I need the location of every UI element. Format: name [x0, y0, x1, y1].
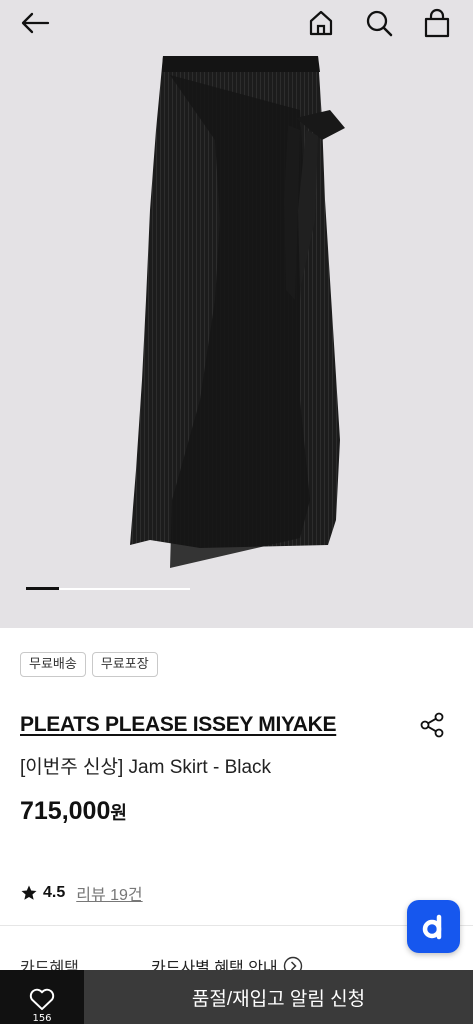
arrow-left-icon — [21, 12, 50, 34]
top-navigation-bar — [0, 0, 473, 48]
free-shipping-badge: 무료배송 — [20, 652, 86, 677]
home-icon — [309, 10, 333, 36]
bottom-action-bar: 156 품절/재입고 알림 신청 — [0, 970, 473, 1024]
rating-score: 4.5 — [43, 884, 66, 901]
product-price: 715,000원 — [20, 797, 127, 826]
review-count-link[interactable]: 리뷰 19건 — [76, 881, 142, 905]
gallery-indicator — [26, 587, 190, 590]
star-icon — [21, 885, 37, 900]
wishlist-count: 156 — [32, 1013, 52, 1024]
price-value: 715,000 — [20, 797, 111, 825]
section-divider — [0, 925, 473, 926]
floating-app-button[interactable] — [407, 900, 460, 953]
product-image — [130, 56, 345, 568]
rating-row: 4.5 리뷰 19건 — [20, 881, 143, 905]
gallery-indicator-active — [26, 587, 59, 590]
product-name: [이번주 신상] Jam Skirt - Black — [20, 757, 272, 778]
home-button[interactable] — [304, 6, 338, 40]
search-icon — [366, 10, 393, 37]
free-wrapping-badge: 무료포장 — [91, 652, 158, 677]
back-button[interactable] — [18, 6, 52, 40]
shipping-badges: 무료배송 무료포장 — [20, 652, 158, 677]
share-icon — [420, 712, 444, 738]
share-button[interactable] — [418, 711, 446, 739]
price-unit: 원 — [110, 803, 127, 823]
search-button[interactable] — [362, 6, 396, 40]
restock-notify-button[interactable]: 품절/재입고 알림 신청 — [84, 970, 473, 1024]
brand-name-link[interactable]: PLEATS PLEASE ISSEY MIYAKE — [20, 713, 337, 737]
cart-button[interactable] — [420, 6, 454, 40]
shopping-bag-icon — [424, 8, 450, 38]
heart-icon — [29, 988, 55, 1011]
d-logo-icon — [422, 914, 441, 939]
wishlist-button[interactable]: 156 — [0, 970, 84, 1024]
product-image-gallery[interactable] — [0, 0, 473, 628]
